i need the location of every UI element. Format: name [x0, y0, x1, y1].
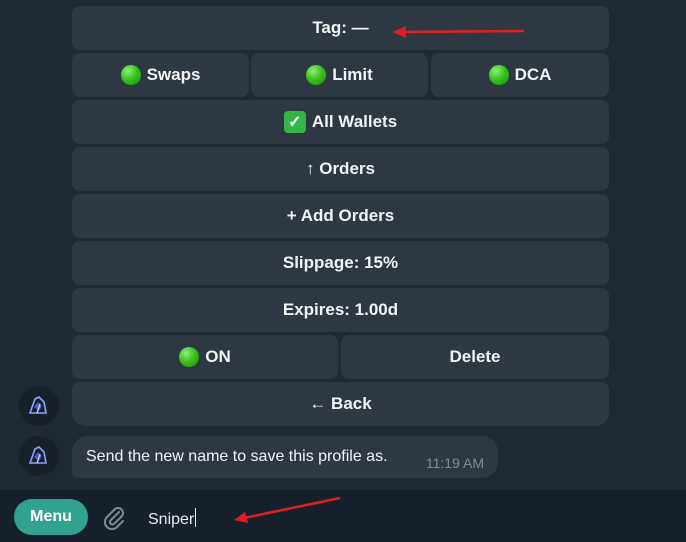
add-orders-button[interactable]: + Add Orders: [72, 194, 609, 238]
annotation-arrow-icon: [393, 26, 525, 38]
message-timestamp: 11:19 AM: [425, 455, 484, 471]
green-circle-icon: [179, 347, 200, 367]
slippage-button-label: Slippage: 15%: [282, 253, 399, 272]
menu-button[interactable]: Menu: [14, 499, 88, 535]
on-toggle-label: ON: [205, 347, 231, 366]
message-input-value: Sniper: [148, 511, 195, 528]
message-text: Send the new name to save this profile a…: [86, 448, 388, 465]
bot-avatar[interactable]: [19, 436, 59, 476]
back-button-label: ← Back: [309, 394, 372, 413]
limit-button-label: Limit: [332, 65, 373, 84]
menu-button-label: Menu: [30, 508, 72, 525]
message-input[interactable]: Sniper: [148, 508, 197, 529]
all-wallets-button-label: All Wallets: [311, 112, 398, 131]
annotation-arrow-icon: [234, 496, 341, 523]
green-circle-icon: [488, 65, 509, 85]
bot-avatar-icon: [28, 396, 47, 414]
check-mark-icon: ✓: [283, 111, 306, 133]
tag-button-label: Tag: —: [312, 18, 369, 37]
expires-button-label: Expires: 1.00d: [282, 300, 399, 319]
all-wallets-button[interactable]: ✓ All Wallets: [72, 100, 609, 144]
dca-button-label: DCA: [514, 65, 552, 84]
bot-avatar[interactable]: [19, 386, 59, 426]
delete-button[interactable]: Delete: [341, 335, 609, 379]
slippage-button[interactable]: Slippage: 15%: [72, 241, 609, 285]
orders-button[interactable]: ↑ Orders: [72, 147, 609, 191]
swaps-button[interactable]: Swaps: [72, 53, 249, 97]
dca-button[interactable]: DCA: [431, 53, 609, 97]
expires-button[interactable]: Expires: 1.00d: [72, 288, 609, 332]
orders-button-label: ↑ Orders: [306, 159, 375, 178]
message-bubble: Send the new name to save this profile a…: [72, 436, 498, 478]
paperclip-icon[interactable]: [100, 504, 128, 532]
green-circle-icon: [306, 65, 327, 85]
on-toggle-button[interactable]: ON: [72, 335, 338, 379]
add-orders-button-label: + Add Orders: [286, 206, 395, 225]
text-caret: [195, 508, 197, 527]
back-button[interactable]: ← Back: [72, 382, 609, 426]
green-circle-icon: [120, 65, 141, 85]
bot-avatar-icon: [28, 446, 47, 464]
delete-button-label: Delete: [449, 347, 501, 366]
swaps-button-label: Swaps: [146, 65, 201, 84]
limit-button[interactable]: Limit: [251, 53, 428, 97]
